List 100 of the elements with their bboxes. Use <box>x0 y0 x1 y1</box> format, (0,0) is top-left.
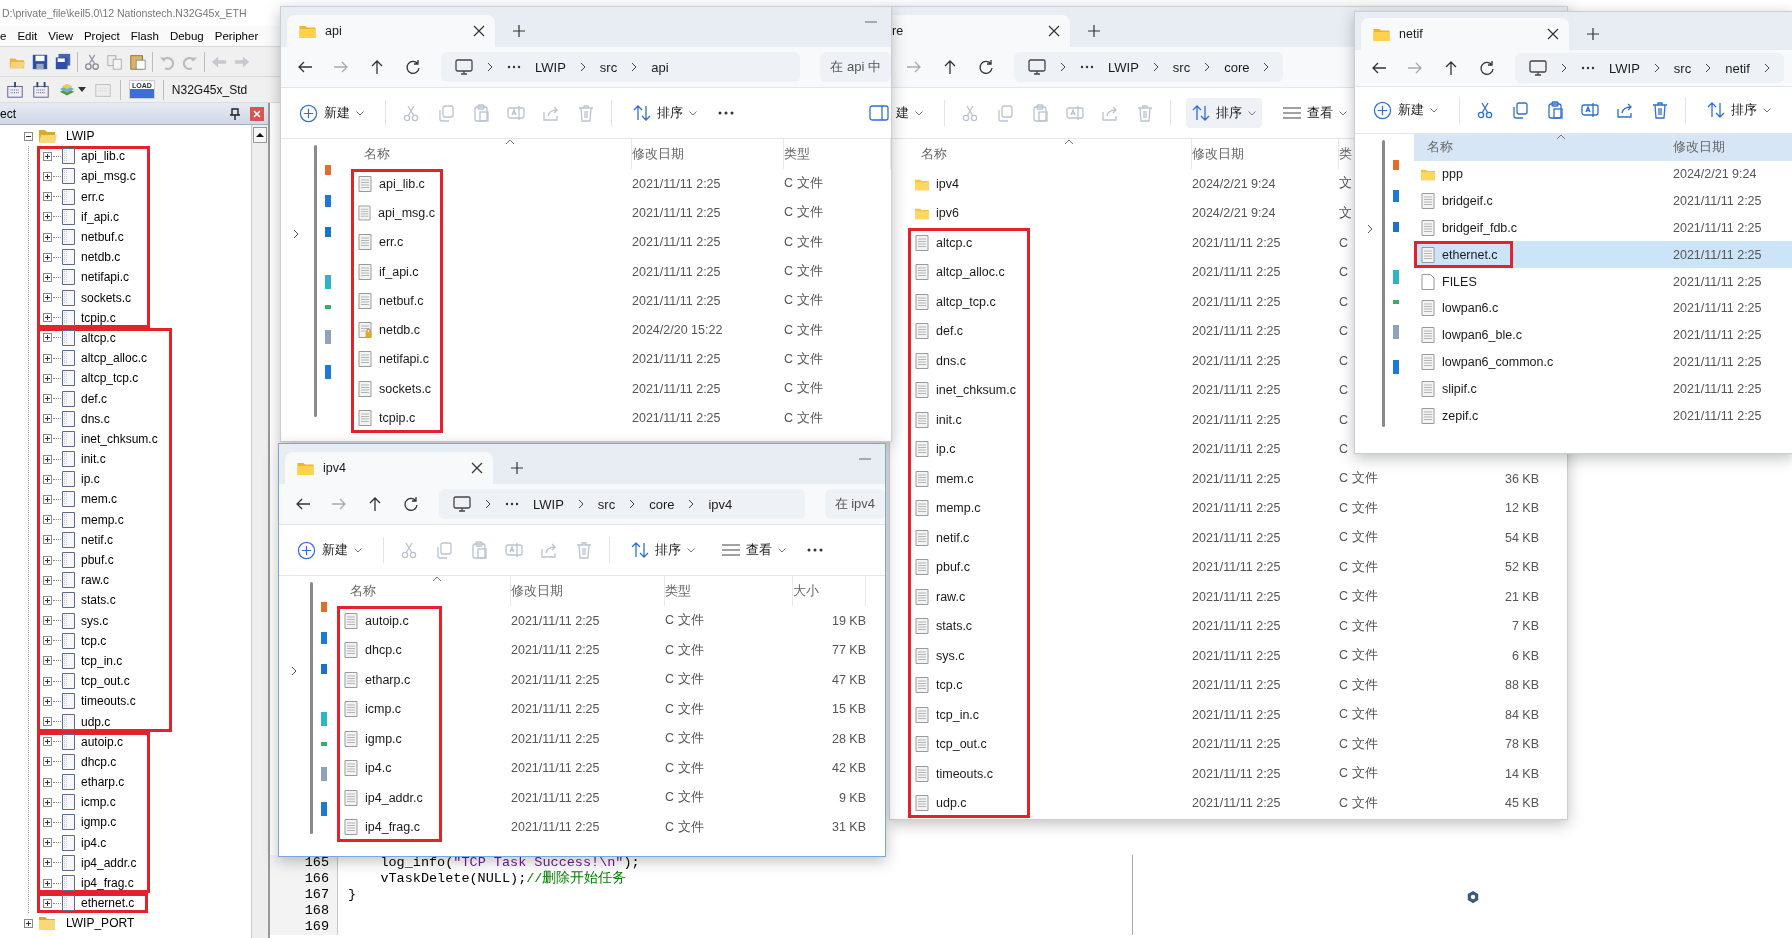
expand-icon[interactable] <box>43 293 52 303</box>
refresh-icon[interactable] <box>405 59 421 75</box>
tree-item[interactable]: netbuf.c <box>81 230 124 245</box>
breadcrumb-item[interactable]: netif <box>1725 60 1750 76</box>
tree-item[interactable]: init.c <box>81 452 106 467</box>
tree-item[interactable]: tcp_in.c <box>81 653 123 668</box>
breadcrumb-item[interactable]: LWIP <box>1108 59 1139 75</box>
expand-icon[interactable] <box>43 171 52 181</box>
close-icon[interactable] <box>1048 25 1060 37</box>
menu-item[interactable]: e <box>0 30 7 42</box>
file-item[interactable]: sockets.c <box>351 374 443 404</box>
file-item[interactable]: api_lib.c <box>351 169 443 199</box>
more-icon[interactable] <box>1080 65 1094 69</box>
menu-item[interactable]: View <box>48 30 73 42</box>
expand-icon[interactable] <box>43 717 52 727</box>
expand-icon[interactable] <box>43 737 52 747</box>
expand-icon[interactable] <box>43 858 52 868</box>
up-arrow-icon[interactable] <box>367 496 383 512</box>
expand-icon[interactable] <box>43 817 52 827</box>
rebuild-icon[interactable] <box>32 80 50 99</box>
breadcrumb-item[interactable]: ipv4 <box>708 496 733 512</box>
tree-item[interactable]: igmp.c <box>81 815 117 830</box>
expand-icon[interactable] <box>43 434 52 444</box>
new-tab-icon[interactable] <box>1088 25 1100 37</box>
file-item[interactable]: lowpan6.c <box>1414 295 1562 322</box>
file-item[interactable]: raw.c <box>908 582 1030 612</box>
file-item[interactable]: tcp_in.c <box>908 700 1030 730</box>
tree-item[interactable]: ip4_addr.c <box>81 855 137 870</box>
scrollbar[interactable] <box>1382 140 1385 428</box>
column-header[interactable]: 名称 <box>350 582 376 600</box>
tree-item[interactable]: ip4_frag.c <box>81 876 134 891</box>
file-item[interactable]: altcp_tcp.c <box>908 287 1030 317</box>
file-item[interactable]: lowpan6_common.c <box>1414 348 1562 376</box>
scroll-up-icon[interactable] <box>253 127 267 143</box>
details-pane-icon[interactable] <box>869 105 889 121</box>
expand-icon[interactable] <box>43 575 52 585</box>
tree-item[interactable]: def.c <box>81 391 107 406</box>
tree-item[interactable]: if_api.c <box>81 209 120 224</box>
expand-icon[interactable] <box>43 676 52 686</box>
address-bar[interactable]: LWIP src netif <box>1515 53 1784 83</box>
file-item[interactable]: tcpip.c <box>351 403 443 433</box>
tree-item[interactable]: dhcp.c <box>81 754 117 769</box>
file-item[interactable]: ipv4 <box>908 169 967 199</box>
collapse-icon[interactable] <box>24 131 33 141</box>
close-icon[interactable] <box>473 25 485 37</box>
rename-icon[interactable] <box>1580 100 1600 120</box>
expand-icon[interactable] <box>43 192 52 202</box>
file-item[interactable]: lowpan6_ble.c <box>1414 321 1562 349</box>
tree-item[interactable]: netif.c <box>81 532 113 547</box>
file-item[interactable]: bridgeif_fdb.c <box>1414 214 1526 242</box>
file-item[interactable]: netdb.c <box>351 315 443 345</box>
sort-button[interactable]: 排序 <box>1701 95 1777 125</box>
view-button[interactable]: 查看 <box>716 535 792 565</box>
search-field[interactable]: 在 api 中 <box>820 52 891 82</box>
file-item[interactable]: if_api.c <box>351 256 443 287</box>
up-arrow-icon[interactable] <box>942 59 958 75</box>
new-tab-icon[interactable] <box>1587 28 1599 40</box>
breadcrumb-item[interactable]: src <box>1673 60 1692 76</box>
breadcrumb-item[interactable]: src <box>599 59 618 75</box>
cut-icon[interactable] <box>1475 100 1495 120</box>
new-button[interactable]: 新建 <box>293 97 370 129</box>
expand-icon[interactable] <box>43 414 52 424</box>
file-item[interactable]: netifapi.c <box>351 344 443 375</box>
file-item[interactable]: slipif.c <box>1414 375 1562 403</box>
file-item[interactable]: err.c <box>351 227 443 257</box>
column-header[interactable]: 大小 <box>793 582 819 600</box>
tree-item[interactable]: netdb.c <box>81 250 121 265</box>
tree-item[interactable]: tcpip.c <box>81 310 116 325</box>
new-button[interactable]: 建 <box>890 98 929 128</box>
folder-tab[interactable]: ipv4 <box>285 452 493 484</box>
paste-icon[interactable] <box>1545 100 1565 120</box>
breadcrumb-item[interactable]: LWIP <box>535 59 566 75</box>
new-button[interactable]: 新建 <box>291 534 368 566</box>
column-header[interactable]: 名称 <box>364 145 390 163</box>
folder-tab[interactable]: netif <box>1361 18 1569 50</box>
tree-item[interactable]: ip.c <box>81 472 100 487</box>
view-button[interactable]: 查看 <box>1277 98 1353 128</box>
expand-icon[interactable] <box>43 353 52 363</box>
expand-icon[interactable] <box>43 272 52 282</box>
expand-icon[interactable] <box>43 333 52 343</box>
address-bar[interactable]: LWIP src api <box>441 52 801 82</box>
file-item[interactable]: api_msg.c <box>351 198 443 228</box>
save-all-icon[interactable] <box>54 52 72 71</box>
tree-item[interactable]: altcp_tcp.c <box>81 371 139 386</box>
more-icon[interactable] <box>1581 66 1595 70</box>
expand-icon[interactable] <box>43 757 52 767</box>
file-item[interactable]: bridgeif.c <box>1414 187 1526 215</box>
file-item[interactable]: FILES <box>1414 268 1562 295</box>
sort-button[interactable]: 排序 <box>625 535 701 565</box>
tree-item[interactable]: netifapi.c <box>81 270 130 285</box>
file-item[interactable]: tcp_out.c <box>908 729 1030 759</box>
file-item[interactable]: ip4_addr.c <box>337 783 442 813</box>
tree-item[interactable]: etharp.c <box>81 775 125 790</box>
tree-item[interactable]: api_msg.c <box>81 169 136 184</box>
up-arrow-icon[interactable] <box>369 59 385 75</box>
tree-item[interactable]: tcp_out.c <box>81 674 130 689</box>
expand-chevron-icon[interactable] <box>293 229 299 239</box>
menu-item[interactable]: Peripher <box>214 30 259 42</box>
column-header[interactable]: 类 <box>1339 145 1352 163</box>
column-header[interactable]: 类型 <box>784 145 810 163</box>
